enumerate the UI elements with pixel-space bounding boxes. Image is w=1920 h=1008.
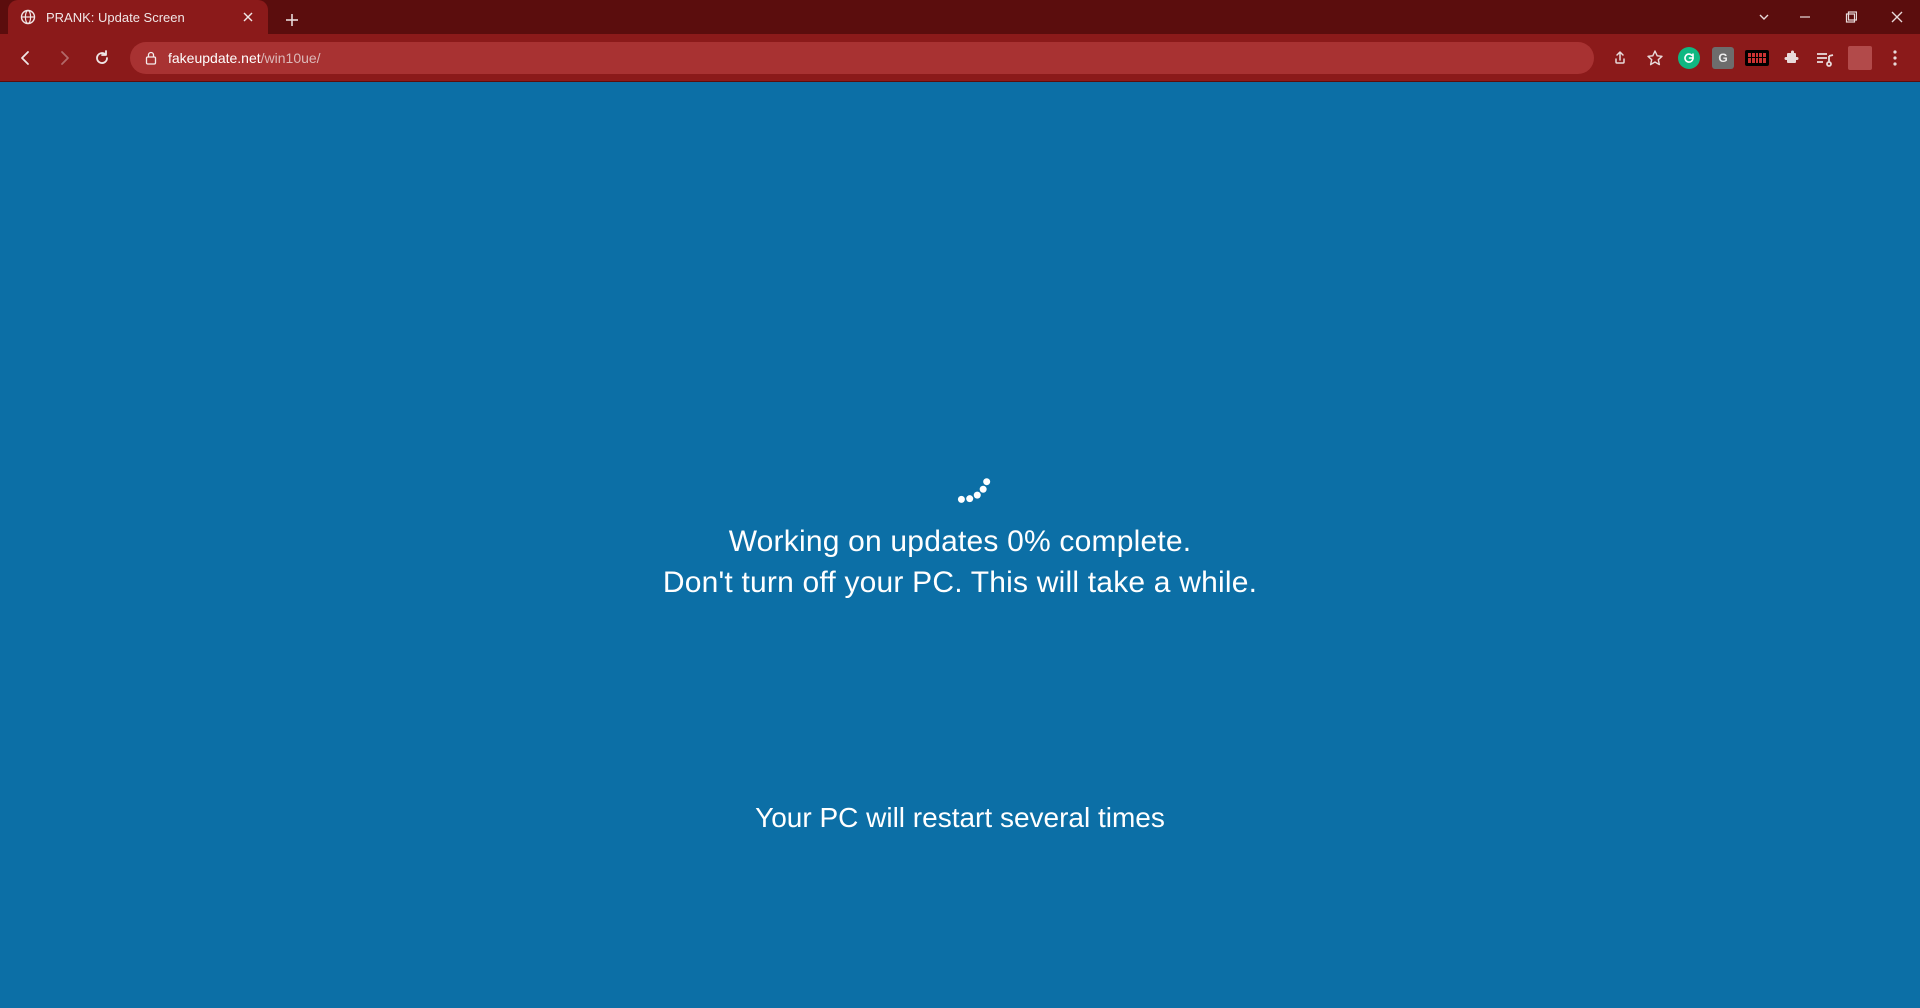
media-control-icon[interactable] [1810, 43, 1840, 73]
minimize-button[interactable] [1782, 0, 1828, 34]
maximize-button[interactable] [1828, 0, 1874, 34]
window-controls [1746, 0, 1920, 34]
close-window-button[interactable] [1874, 0, 1920, 34]
tab-search-button[interactable] [1746, 0, 1782, 34]
loading-spinner-icon [930, 442, 990, 502]
url-text: fakeupdate.net/win10ue/ [168, 50, 321, 66]
browser-tab[interactable]: PRANK: Update Screen [8, 0, 268, 34]
url-host: fakeupdate.net [168, 50, 261, 66]
update-line1-prefix: Working on updates [729, 525, 1007, 558]
tab-close-icon[interactable] [240, 9, 256, 25]
titlebar: PRANK: Update Screen [0, 0, 1920, 34]
tab-title: PRANK: Update Screen [46, 10, 230, 25]
update-line1: Working on updates 0% complete. [663, 522, 1257, 563]
globe-icon [20, 9, 36, 25]
back-button[interactable] [10, 42, 42, 74]
url-path: /win10ue/ [261, 50, 321, 66]
update-percent: 0% [1007, 525, 1051, 558]
address-bar[interactable]: fakeupdate.net/win10ue/ [130, 42, 1594, 74]
update-message: Working on updates 0% complete. Don't tu… [663, 522, 1257, 603]
extension-g-icon[interactable]: G [1708, 43, 1738, 73]
lock-icon[interactable] [144, 51, 158, 65]
update-line1-suffix: complete. [1051, 525, 1191, 558]
forward-button[interactable] [48, 42, 80, 74]
update-footer: Your PC will restart several times [755, 802, 1165, 834]
extension-keyboard-icon[interactable] [1742, 43, 1772, 73]
page-content[interactable]: Working on updates 0% complete. Don't tu… [0, 82, 1920, 1008]
chrome-menu-button[interactable] [1880, 43, 1910, 73]
extension-grammarly-icon[interactable] [1674, 43, 1704, 73]
bookmark-button[interactable] [1640, 43, 1670, 73]
browser-toolbar: fakeupdate.net/win10ue/ G [0, 34, 1920, 82]
profile-avatar[interactable] [1848, 46, 1872, 70]
extensions-button[interactable] [1776, 43, 1806, 73]
reload-button[interactable] [86, 42, 118, 74]
toolbar-actions: G [1606, 43, 1910, 73]
update-line2: Don't turn off your PC. This will take a… [663, 563, 1257, 604]
share-button[interactable] [1606, 43, 1636, 73]
new-tab-button[interactable] [278, 6, 306, 34]
